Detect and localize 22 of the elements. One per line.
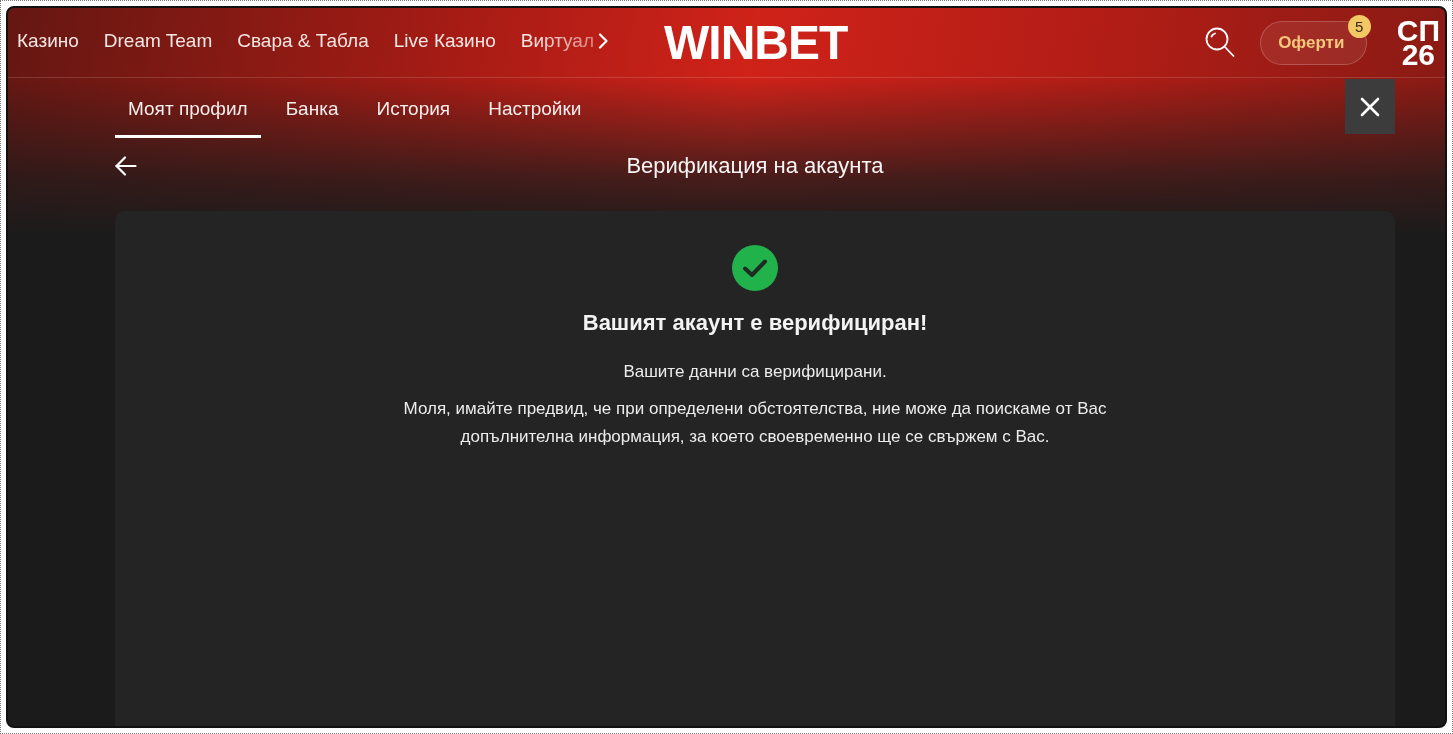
status-message: Вашите данни са верифицирани. [623, 361, 887, 383]
back-arrow-icon[interactable] [115, 156, 137, 176]
nav-link[interactable]: Казино [17, 29, 79, 56]
event-logo[interactable]: СП 26 [1396, 18, 1440, 67]
brand-logo[interactable]: WINBET [664, 18, 848, 67]
nav-link[interactable]: Свара & Табла [237, 29, 369, 56]
success-check-icon [732, 245, 778, 291]
page-title: Верификация на акаунта [626, 153, 884, 179]
search-icon[interactable] [1203, 27, 1235, 58]
nav-link[interactable]: Dream Team [103, 29, 213, 56]
nav-link[interactable]: Live Казино [393, 29, 496, 56]
close-icon [1360, 96, 1380, 117]
close-button[interactable] [1345, 79, 1395, 134]
count-badge: 5 [1347, 14, 1371, 38]
profile-tab[interactable]: Моят профил [115, 78, 261, 138]
profile-tab[interactable]: История [363, 78, 464, 138]
info-note: Моля, имайте предвид, че при определени обстоятелства, ние може да поискаме от Вас допълнителна информация, за което своевременно ще се свържем с Вас. [402, 398, 1108, 448]
chevron-right-icon[interactable] [598, 32, 608, 49]
success-heading: Вашият акаунт е верифициран! [582, 309, 928, 337]
nav-link[interactable]: Виртуал [520, 29, 594, 56]
profile-tab[interactable]: Настройки [475, 78, 595, 138]
profile-tab[interactable]: Банка [272, 78, 352, 138]
